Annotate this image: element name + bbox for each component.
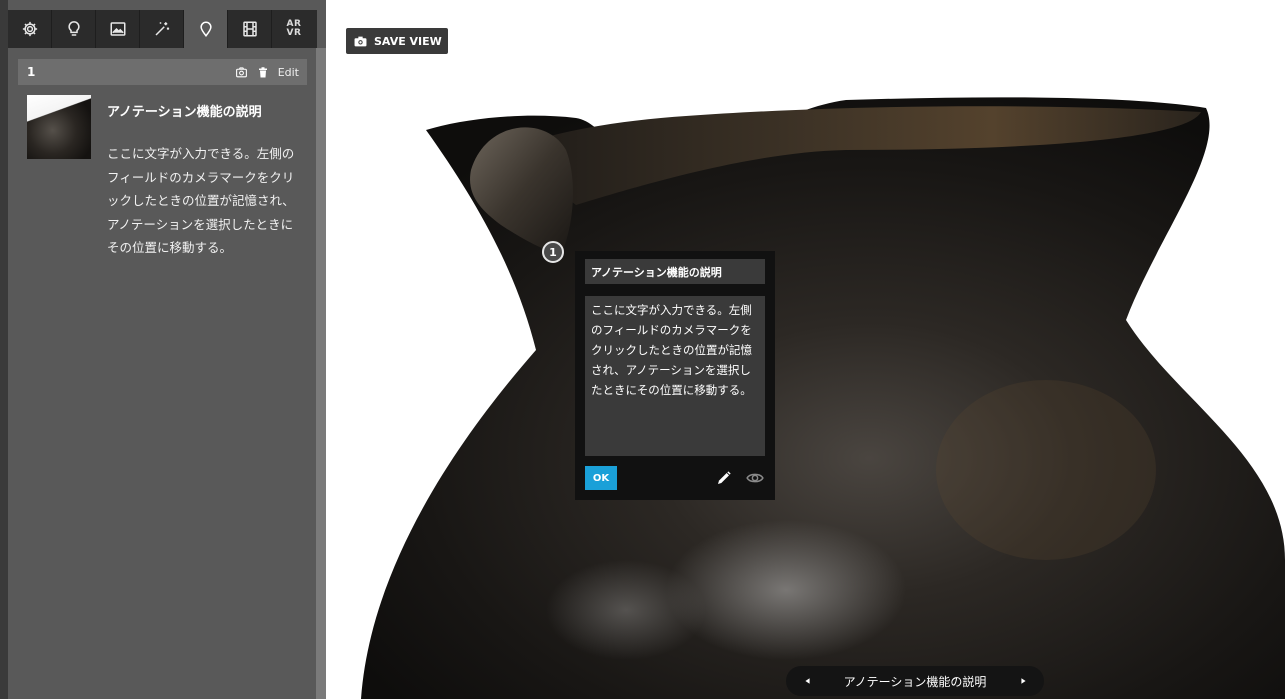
annotation-header[interactable]: 1 Edit (18, 59, 307, 85)
annotation-popup: アノテーション機能の説明 ここに文字が入力できる。左側のフィールドのカメラマーク… (575, 251, 775, 500)
popup-title-field[interactable]: アノテーション機能の説明 (585, 259, 765, 284)
next-arrow-icon[interactable] (1018, 676, 1028, 686)
tab-lighting[interactable] (52, 10, 96, 48)
ok-button[interactable]: OK (585, 466, 617, 490)
tab-settings[interactable] (8, 10, 52, 48)
camera-icon (354, 36, 367, 46)
trash-icon[interactable] (256, 65, 270, 79)
sidebar-scrollbar[interactable] (316, 48, 326, 699)
nav-annotation-label[interactable]: アノテーション機能の説明 (844, 673, 987, 690)
sidebar-panel: AR VR 1 Edit アノテーション機能の説明 ここに文字が入力できる。左側の… (0, 0, 326, 699)
edit-link[interactable]: Edit (278, 66, 299, 79)
save-view-label: SAVE VIEW (374, 34, 442, 48)
film-icon (242, 21, 257, 37)
settings-icon (22, 21, 37, 37)
lightbulb-icon (67, 21, 80, 36)
map-pin-icon (199, 21, 212, 37)
save-view-button[interactable]: SAVE VIEW (346, 28, 448, 54)
previous-arrow-icon[interactable] (802, 676, 812, 686)
camera-icon[interactable] (235, 65, 249, 79)
eye-icon[interactable] (746, 470, 764, 486)
ceramic-jar-model (361, 97, 1285, 699)
annotation-marker[interactable]: 1 (542, 241, 564, 263)
model-viewport[interactable] (326, 0, 1285, 699)
annotation-title: アノテーション機能の説明 (107, 105, 262, 120)
annotation-thumbnail (27, 95, 91, 159)
magic-wand-icon (154, 22, 169, 36)
pencil-icon[interactable] (716, 470, 732, 486)
tab-postprocessing[interactable] (140, 10, 184, 48)
image-icon (110, 22, 125, 36)
annotation-number: 1 (27, 65, 36, 79)
tab-background[interactable] (96, 10, 140, 48)
popup-description-field[interactable]: ここに文字が入力できる。左側のフィールドのカメラマークをクリックしたときの位置が… (585, 296, 765, 456)
ar-vr-icon: AR VR (286, 19, 302, 38)
tab-annotations[interactable] (184, 10, 228, 48)
tab-animation[interactable] (228, 10, 272, 48)
annotation-description: ここに文字が入力できる。左側のフィールドのカメラマークをクリックしたときの位置が… (107, 146, 295, 255)
annotation-nav-bar: アノテーション機能の説明 (786, 666, 1044, 696)
tab-ar-vr[interactable]: AR VR (272, 10, 316, 48)
sidebar-tabbar: AR VR (8, 10, 317, 48)
